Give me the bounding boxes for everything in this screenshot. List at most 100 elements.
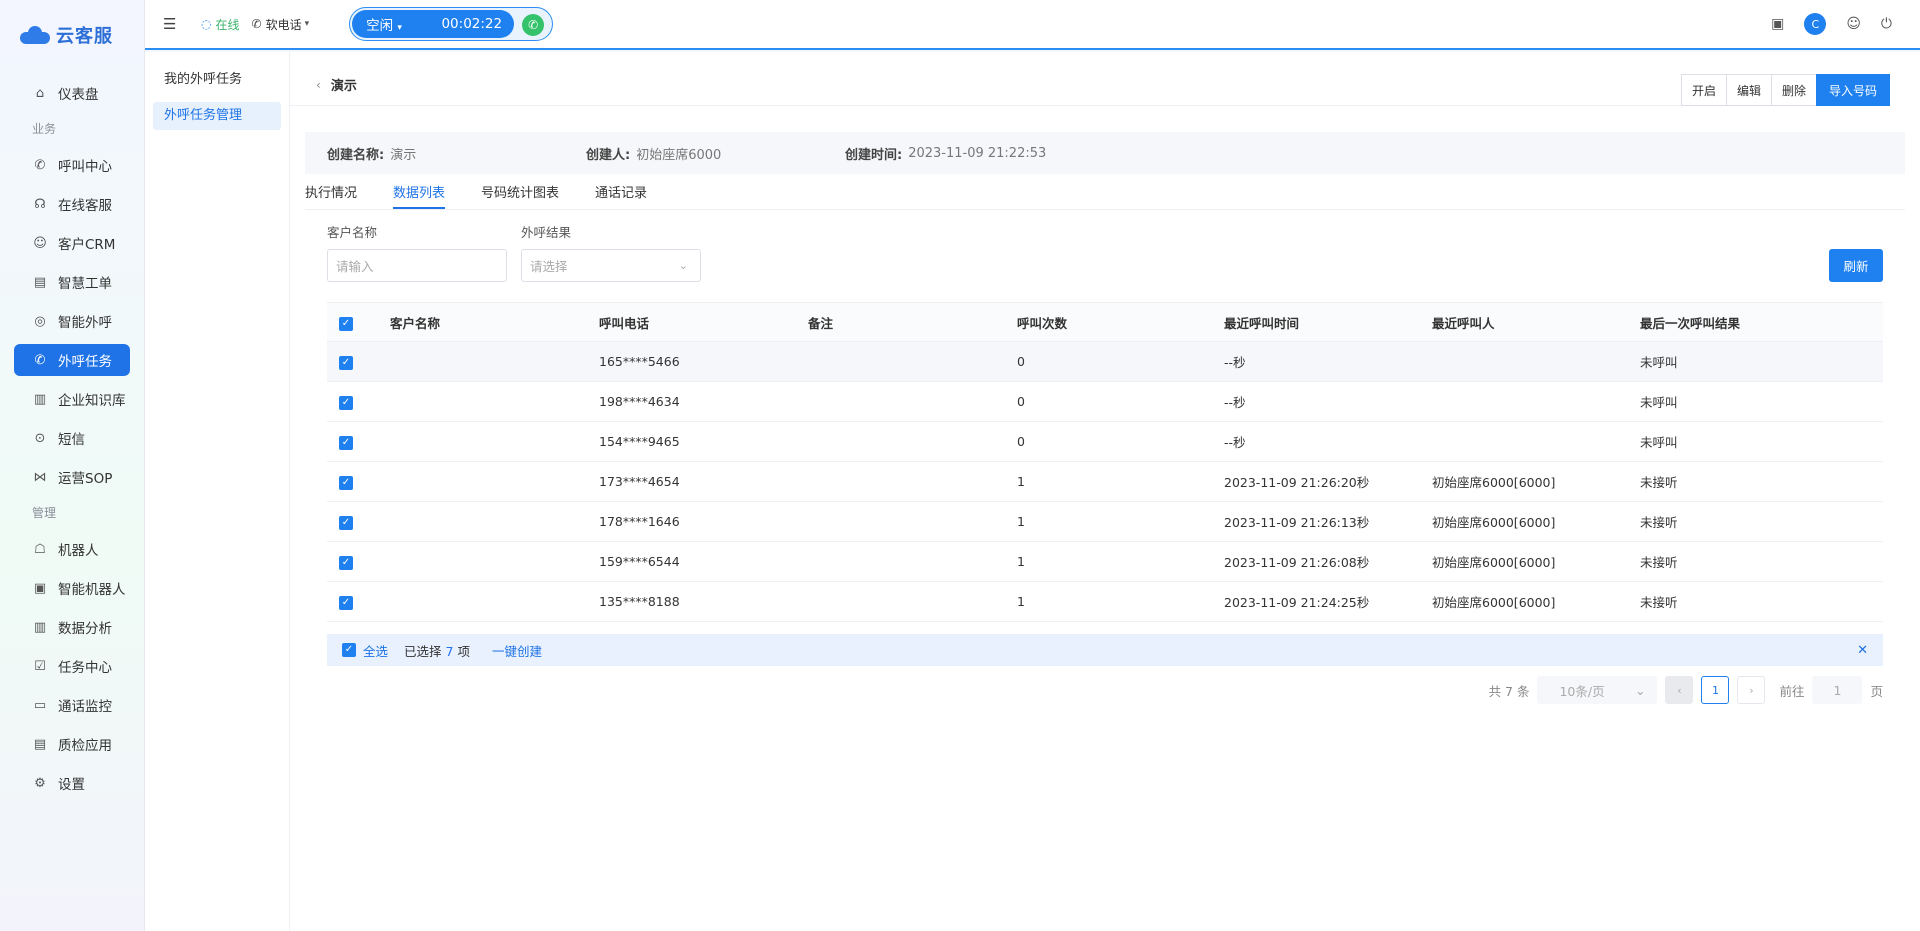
notebook-icon[interactable]: ▣ [1771,16,1784,32]
book-icon: ▥ [33,391,47,407]
table-row[interactable]: ✓ 178****1646 1 2023-11-09 21:26:13秒 初始座席600… [327,502,1883,542]
menu-toggle-icon[interactable]: ☰ [163,15,179,33]
sidebar-item-label: 设置 [58,777,85,793]
table-cell-result: 未接听 [1640,595,1678,610]
tab-execution[interactable]: 执行情况 [305,182,357,209]
row-checkbox[interactable]: ✓ [339,556,353,570]
table-cell-result: 未呼叫 [1640,355,1678,370]
sidebar-item[interactable]: ☺ 客户CRM [14,227,130,259]
row-checkbox[interactable]: ✓ [339,356,353,370]
table-cell-who: 初始座席6000[6000] [1432,595,1556,610]
sidebar-item[interactable]: ☑ 任务中心 [14,650,130,682]
sidebar-item-label: 机器人 [58,543,99,559]
delete-button[interactable]: 删除 [1770,74,1817,106]
softphone-dropdown[interactable]: 软电话 [266,16,302,33]
creator-label: 创建人: [586,147,631,163]
page-size-select[interactable]: 10条/页 ⌄ [1537,676,1658,704]
call-control: 空闲 ▾ 00:02:22 ✆ [349,7,554,41]
row-checkbox[interactable]: ✓ [339,596,353,610]
refresh-button[interactable]: 刷新 [1829,249,1883,282]
message-icon: ⊙ [34,430,46,446]
tab-number-stats-chart[interactable]: 号码统计图表 [481,182,559,209]
sidebar-item[interactable]: ✆ 呼叫中心 [14,149,130,181]
sidebar-item[interactable]: ☊ 在线客服 [14,188,130,220]
sidebar-item[interactable]: ☖ 机器人 [14,533,130,565]
app-logo[interactable]: 云客服 [0,0,144,70]
table-row[interactable]: ✓ 165****5466 0 --秒 未呼叫 [327,342,1883,382]
sidebar-item[interactable]: ▥ 数据分析 [14,611,130,643]
chevron-down-icon: ▾ [397,23,402,33]
sidebar-item-label: 智能机器人 [58,582,126,598]
sidebar-item[interactable]: ⋈ 运营SOP [14,461,130,493]
table-cell-count: 0 [1017,354,1025,369]
subnav-item-my-tasks[interactable]: 我的外呼任务 [153,66,281,94]
table-cell-time: 2023-11-09 21:24:25秒 [1224,595,1370,610]
sidebar-item[interactable]: ▥ 企业知识库 [14,383,130,415]
start-button[interactable]: 开启 [1680,74,1727,106]
customer-name-label: 客户名称 [327,225,378,240]
sidebar-item[interactable]: ◎ 智能外呼 [14,305,130,337]
call-phone-button[interactable]: ✆ [522,14,545,36]
sub-nav: 我的外呼任务 外呼任务管理 [145,52,290,931]
headset-icon: ☊ [34,196,46,212]
table-cell-time: 2023-11-09 21:26:20秒 [1224,475,1370,490]
sidebar-item[interactable]: ⌂ 仪表盘 [14,77,130,109]
back-icon[interactable]: ‹ [316,78,321,92]
sidebar-item-label: 企业知识库 [58,393,126,409]
tab-bar: 执行情况 数据列表 号码统计图表 通话记录 [305,180,1905,210]
create-time-value: 2023-11-09 21:22:53 [908,145,1047,161]
bar-chart-icon: ▥ [33,619,47,635]
power-icon[interactable]: ⏻ [1881,16,1892,32]
tab-data-list[interactable]: 数据列表 [393,182,446,209]
customer-name-input[interactable]: 请输入 [327,249,507,282]
sidebar-item[interactable]: ✆ 外呼任务 [14,344,130,376]
one-click-create-link[interactable]: 一键创建 [492,641,542,660]
goto-page-input[interactable]: 1 [1812,676,1863,704]
call-state-dropdown[interactable]: 空闲 ▾ [366,14,402,34]
chevron-down-icon[interactable]: ▾ [305,19,310,29]
row-checkbox[interactable]: ✓ [339,476,353,490]
subnav-item-task-management[interactable]: 外呼任务管理 [153,102,281,130]
table-row[interactable]: ✓ 135****8188 1 2023-11-09 21:24:25秒 初始座席600… [327,582,1883,622]
edit-button[interactable]: 编辑 [1725,74,1772,106]
import-numbers-button[interactable]: 导入号码 [1815,74,1890,106]
table-row[interactable]: ✓ 154****9465 0 --秒 未呼叫 [327,422,1883,462]
create-name-label: 创建名称: [327,147,385,163]
table-row[interactable]: ✓ 198****4634 0 --秒 未呼叫 [327,382,1883,422]
row-checkbox[interactable]: ✓ [339,396,353,410]
table-cell-count: 0 [1017,394,1025,409]
call-result-select[interactable]: 请选择 ⌄ [521,249,701,282]
prev-page-button[interactable]: ‹ [1665,676,1694,704]
creator-value: 初始座席6000 [636,147,722,163]
online-status[interactable]: 在线 [215,16,239,33]
sidebar-item[interactable]: ⚙ 设置 [14,767,130,799]
sidebar-item[interactable]: ▣ 智能机器人 [14,572,130,604]
agent-status[interactable]: ◌ 在线 ✆ 软电话 ▾ [201,16,309,33]
row-checkbox[interactable]: ✓ [339,516,353,530]
close-icon[interactable]: ✕ [1857,643,1868,658]
select-all-label[interactable]: 全选 [363,641,388,660]
table-row[interactable]: ✓ 159****6544 1 2023-11-09 21:26:08秒 初始座席600… [327,542,1883,582]
table-header: ✓ 客户名称 呼叫电话 备注 呼叫次数 最近呼叫时间 最近呼叫人 最后一次呼叫结… [327,302,1883,342]
page-number-button[interactable]: 1 [1701,676,1730,704]
sidebar-item[interactable]: ▭ 通话监控 [14,689,130,721]
goto-label: 前往 [1779,683,1805,699]
next-page-button[interactable]: › [1737,676,1766,704]
inspection-icon: ▤ [33,736,47,752]
select-all-checkbox[interactable]: ✓ [339,316,353,331]
tab-call-records[interactable]: 通话记录 [595,182,647,209]
create-time-label: 创建时间: [845,147,903,163]
sidebar-item[interactable]: ▤ 质检应用 [14,728,130,760]
table-row[interactable]: ✓ 173****4654 1 2023-11-09 21:26:20秒 初始座席600… [327,462,1883,502]
row-checkbox[interactable]: ✓ [339,436,353,450]
user-icon[interactable]: ☺ [1846,16,1861,32]
table-cell-phone: 173****4654 [599,474,680,489]
sidebar-item[interactable]: ⊙ 短信 [14,422,130,454]
sidebar-item-label: 呼叫中心 [58,159,112,175]
sidebar-item[interactable]: ▤ 智慧工单 [14,266,130,298]
avatar[interactable]: C [1804,13,1827,35]
column-header: 备注 [808,315,834,331]
select-all-checkbox[interactable]: ✓ [342,643,356,657]
page-header: ‹ 演示 开启 编辑 删除 导入号码 [290,64,1890,106]
table-cell-result: 未接听 [1640,555,1678,570]
